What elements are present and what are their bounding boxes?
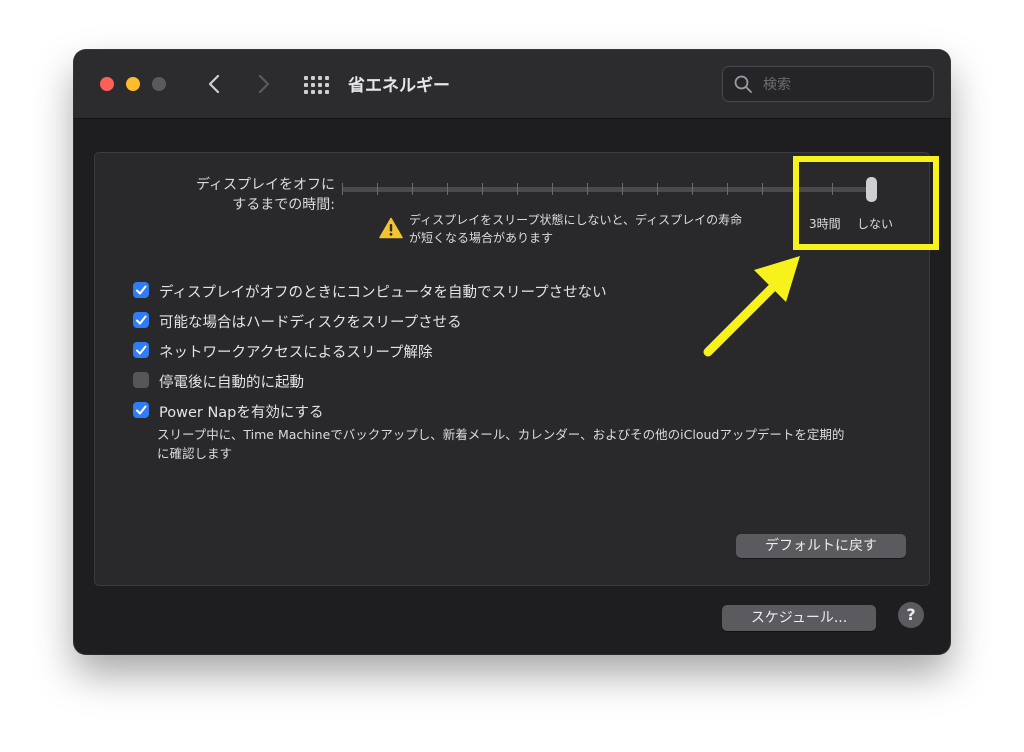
- slider-tick: [727, 183, 728, 195]
- back-button[interactable]: [202, 68, 228, 100]
- display-off-label: ディスプレイをオフに するまでの時間:: [155, 175, 335, 215]
- option-label: 可能な場合はハードディスクをスリープさせる: [159, 315, 462, 331]
- warning-text: ディスプレイをスリープ状態にしないと、ディスプレイの寿命 が短くなる場合がありま…: [409, 211, 829, 247]
- close-button[interactable]: [100, 77, 114, 91]
- checkmark-icon: [136, 285, 147, 295]
- slider-tick: [447, 183, 448, 195]
- slider-tick: [622, 183, 623, 195]
- search-icon: [734, 75, 752, 93]
- slider-tick: [657, 183, 658, 195]
- annotation-arrow-icon: [703, 256, 800, 357]
- power-nap-description: スリープ中に、Time Machineでバックアップし、新着メール、カレンダー、…: [157, 425, 917, 463]
- power-nap-description-line1: スリープ中に、Time Machineでバックアップし、新着メール、カレンダー、…: [157, 427, 845, 442]
- slider-tick: [762, 183, 763, 195]
- option-label: ディスプレイがオフのときにコンピュータを自動でスリープさせない: [159, 285, 607, 301]
- slider-tick: [552, 183, 553, 195]
- warning-text-line2: が短くなる場合があります: [409, 231, 554, 245]
- slider-tick: [342, 183, 343, 195]
- slider-tick: [482, 183, 483, 195]
- checkbox-disk-sleep[interactable]: [133, 312, 149, 328]
- checkmark-icon: [136, 315, 147, 325]
- restore-defaults-button[interactable]: デフォルトに戻す: [736, 534, 906, 558]
- minimize-button[interactable]: [126, 77, 140, 91]
- display-off-slider[interactable]: [342, 187, 869, 192]
- warning-text-line1: ディスプレイをスリープ状態にしないと、ディスプレイの寿命: [409, 213, 743, 227]
- slider-tick: [517, 183, 518, 195]
- chevron-right-icon: [258, 74, 270, 94]
- option-label: Power Napを有効にする: [159, 405, 324, 421]
- title-bar: 省エネルギー: [74, 50, 950, 119]
- chevron-left-icon: [208, 74, 220, 94]
- checkbox-network-wake[interactable]: [133, 342, 149, 358]
- show-all-grid-icon[interactable]: [304, 76, 329, 94]
- option-label: 停電後に自動的に起動: [159, 375, 304, 391]
- display-off-label-line1: ディスプレイをオフに: [195, 177, 335, 193]
- slider-tick: [377, 183, 378, 195]
- help-button[interactable]: ?: [898, 602, 924, 628]
- checkbox-restart-after-power-failure[interactable]: [133, 372, 149, 388]
- annotation-highlight-box: [793, 156, 939, 250]
- warning-icon: [379, 217, 403, 239]
- system-preferences-window: 省エネルギー ディスプレイをオフに するまでの時間:: [74, 50, 950, 654]
- checkmark-icon: [136, 405, 147, 415]
- search-field[interactable]: [722, 66, 934, 102]
- checkbox-power-nap[interactable]: [133, 402, 149, 418]
- power-nap-description-line2: に確認します: [157, 446, 233, 461]
- option-label: ネットワークアクセスによるスリープ解除: [159, 345, 433, 361]
- display-off-label-line2: するまでの時間:: [232, 197, 335, 213]
- slider-tick: [412, 183, 413, 195]
- window-title: 省エネルギー: [348, 76, 450, 96]
- checkbox-prevent-sleep[interactable]: [133, 282, 149, 298]
- slider-tick: [692, 183, 693, 195]
- slider-tick: [587, 183, 588, 195]
- forward-button[interactable]: [250, 68, 276, 100]
- search-input[interactable]: [761, 74, 925, 96]
- schedule-button[interactable]: スケジュール...: [722, 605, 876, 631]
- checkmark-icon: [136, 345, 147, 355]
- zoom-button[interactable]: [152, 77, 166, 91]
